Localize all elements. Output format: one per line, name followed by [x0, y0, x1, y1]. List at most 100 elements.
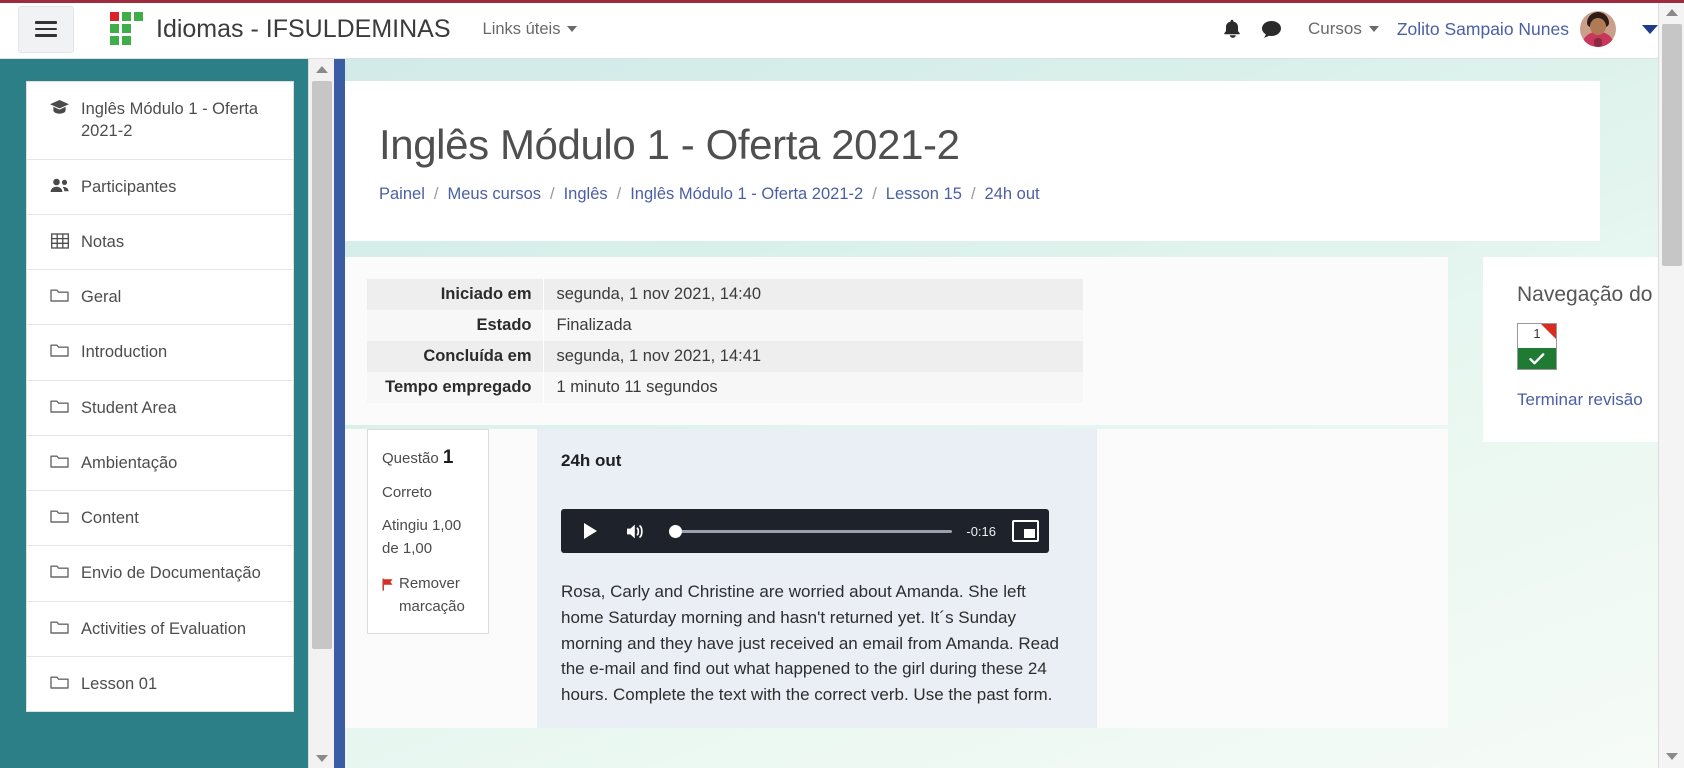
sidebar-item-label: Introduction — [81, 343, 168, 362]
breadcrumb-item-ingles[interactable]: Inglês — [564, 185, 608, 204]
chevron-down-icon — [567, 26, 578, 32]
folder-icon — [49, 452, 70, 469]
sidebar-item-notas[interactable]: Notas — [27, 215, 293, 271]
folder-icon — [49, 673, 70, 690]
table-row: Estado Finalizada — [367, 310, 1083, 341]
question-grade: Atingiu 1,00 de 1,00 — [382, 516, 462, 557]
hamburger-icon — [35, 17, 57, 41]
play-icon — [583, 523, 597, 539]
breadcrumb-separator: / — [616, 185, 622, 203]
page-left-accent-strip — [334, 59, 345, 768]
folder-icon — [49, 286, 70, 303]
playback-progress-slider[interactable] — [669, 524, 953, 538]
sidebar-item-geral[interactable]: Geral — [27, 270, 293, 326]
attempt-value-tempo: 1 minuto 11 segundos — [542, 372, 1083, 403]
chevron-down-icon — [1368, 26, 1379, 32]
folder-icon — [49, 562, 70, 579]
users-icon — [49, 176, 70, 193]
remove-flag-button[interactable]: Remover marcação — [382, 572, 476, 619]
page-header-card: Inglês Módulo 1 - Oferta 2021-2 Painel /… — [345, 81, 1600, 241]
page-scrollbar[interactable] — [1658, 0, 1684, 768]
user-menu-chevron-down-icon[interactable] — [1642, 24, 1658, 34]
navbar-right-group: Cursos Zolito Sampaio Nunes — [1212, 9, 1658, 49]
sidebar-item-content[interactable]: Content — [27, 491, 293, 547]
table-row: Iniciado em segunda, 1 nov 2021, 14:40 — [367, 279, 1083, 310]
triangle-up-icon — [1666, 8, 1678, 16]
sidebar-item-course[interactable]: Inglês Módulo 1 - Oferta 2021-2 — [27, 82, 293, 160]
quiz-navigation-panel: Navegação do questionário 1 Terminar rev… — [1483, 257, 1658, 442]
notifications-button[interactable] — [1212, 9, 1252, 49]
avatar[interactable] — [1580, 11, 1616, 47]
breadcrumb: Painel / Meus cursos / Inglês / Inglês M… — [379, 185, 1600, 204]
question-info-panel: Questão 1 Correto Atingiu 1,00 de 1,00 R… — [367, 429, 489, 634]
sidebar-item-student-area[interactable]: Student Area — [27, 381, 293, 436]
sidebar-item-lesson-01[interactable]: Lesson 01 — [27, 657, 293, 711]
sidebar-item-activities-evaluation[interactable]: Activities of Evaluation — [27, 602, 293, 657]
volume-button[interactable] — [623, 518, 649, 544]
breadcrumb-item-painel[interactable]: Painel — [379, 185, 425, 204]
page-scroll-down-button[interactable] — [1659, 746, 1684, 766]
attempt-label-concluida: Concluída em — [367, 341, 543, 372]
page-body: Inglês Módulo 1 - Oferta 2021-2 Particip… — [0, 59, 1684, 768]
nav-drawer-toggle-button[interactable] — [18, 5, 74, 53]
attempt-label-tempo: Tempo empregado — [367, 372, 543, 403]
folder-icon — [49, 341, 70, 358]
grid-table-icon — [49, 231, 70, 249]
progress-knob[interactable] — [669, 524, 682, 538]
breadcrumb-item-lesson-15[interactable]: Lesson 15 — [886, 185, 962, 204]
attempt-summary-panel: Iniciado em segunda, 1 nov 2021, 14:40 E… — [345, 257, 1448, 425]
graduation-cap-icon — [49, 98, 70, 115]
check-icon — [1529, 352, 1545, 364]
breadcrumb-separator: / — [970, 185, 976, 203]
sidebar-item-label: Participantes — [81, 177, 177, 196]
sidebar-item-introduction[interactable]: Introduction — [27, 325, 293, 381]
sidebar-item-label: Lesson 01 — [81, 674, 158, 693]
progress-track — [680, 529, 953, 533]
quiz-nav-question-1-button[interactable]: 1 — [1517, 323, 1557, 370]
drawer-scroll-up-button[interactable] — [309, 59, 335, 79]
folder-icon — [49, 618, 70, 635]
correct-state-bar — [1518, 348, 1556, 369]
volume-icon — [627, 524, 643, 538]
sidebar-item-label: Notas — [81, 232, 125, 251]
top-accent-bar — [0, 0, 1684, 3]
message-bubble-icon — [1262, 20, 1282, 38]
links-uteis-label: Links úteis — [482, 19, 561, 38]
links-uteis-menu[interactable]: Links úteis — [483, 20, 578, 39]
question-content: 24h out -0:16 Rosa, Carly and Christine … — [537, 429, 1097, 729]
user-menu-name[interactable]: Zolito Sampaio Nunes — [1397, 19, 1569, 40]
page-scroll-up-button[interactable] — [1659, 2, 1684, 22]
page-scroll-thumb[interactable] — [1662, 24, 1682, 266]
breadcrumb-item-24h-out[interactable]: 24h out — [985, 185, 1040, 204]
sidebar-item-label: Student Area — [81, 398, 177, 417]
flag-icon — [382, 575, 394, 598]
question-status: Correto — [382, 484, 433, 502]
breadcrumb-separator: / — [433, 185, 439, 203]
drawer-scrollbar[interactable] — [308, 59, 334, 768]
drawer-scroll-down-button[interactable] — [309, 748, 335, 768]
question-number-label: Questão — [382, 450, 439, 467]
cursos-menu[interactable]: Cursos — [1308, 19, 1379, 39]
question-number-line: Questão 1 — [382, 443, 476, 472]
breadcrumb-item-meus-cursos[interactable]: Meus cursos — [447, 185, 541, 204]
ifsuldeminas-logo — [110, 12, 144, 46]
bell-icon — [1224, 19, 1240, 38]
sidebar-item-label: Ambientação — [81, 453, 178, 472]
play-button[interactable] — [577, 518, 603, 544]
messages-button[interactable] — [1252, 9, 1292, 49]
page-title: Inglês Módulo 1 - Oferta 2021-2 — [379, 121, 960, 168]
breadcrumb-separator: / — [550, 185, 555, 203]
audio-player[interactable]: -0:16 — [561, 509, 1049, 553]
sidebar-item-envio-documentacao[interactable]: Envio de Documentação — [27, 546, 293, 602]
sidebar-item-participantes[interactable]: Participantes — [27, 160, 293, 215]
sidebar-item-label: Envio de Documentação — [81, 564, 261, 583]
triangle-down-icon — [316, 754, 328, 762]
picture-in-picture-icon[interactable] — [1012, 520, 1039, 542]
breadcrumb-item-course[interactable]: Inglês Módulo 1 - Oferta 2021-2 — [630, 185, 863, 204]
drawer-scroll-thumb[interactable] — [312, 81, 332, 649]
finish-review-link[interactable]: Terminar revisão — [1517, 390, 1643, 410]
flag-corner-icon — [1541, 324, 1556, 339]
sidebar-item-ambientacao[interactable]: Ambientação — [27, 436, 293, 492]
top-navbar: Idiomas - IFSULDEMINAS Links úteis Curso… — [0, 0, 1684, 59]
course-nav-list: Inglês Módulo 1 - Oferta 2021-2 Particip… — [26, 81, 294, 713]
